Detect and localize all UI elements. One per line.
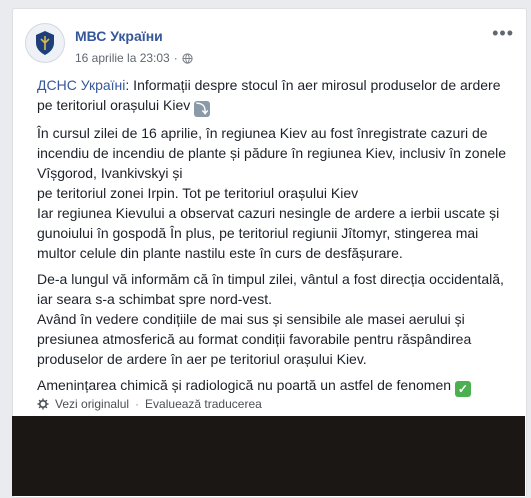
- post-timestamp[interactable]: 16 aprilie la 23:03: [75, 51, 170, 65]
- paragraph-2-text: De-a lungul vă informăm că în timpul zil…: [37, 271, 504, 307]
- globe-icon[interactable]: [182, 52, 193, 64]
- post-link[interactable]: ДСНС Україні: [37, 77, 125, 93]
- translation-bar: Vezi originalul · Evaluează traducerea: [37, 397, 262, 411]
- page-name[interactable]: МВС України: [75, 28, 163, 44]
- page-avatar[interactable]: [25, 23, 65, 63]
- more-options-icon[interactable]: •••: [492, 24, 514, 42]
- post-meta: 16 aprilie la 23:03 ·: [75, 51, 193, 65]
- see-original-link[interactable]: Vezi originalul: [55, 397, 129, 411]
- post-media-image[interactable]: [12, 416, 525, 496]
- rate-translation-link[interactable]: Evaluează traducerea: [145, 397, 262, 411]
- paragraph-3: Amenințarea chimică și radiologică nu po…: [37, 375, 507, 397]
- paragraph-3-text: Amenințarea chimică și radiologică nu po…: [37, 377, 452, 393]
- check-emoji-icon: ✓: [454, 381, 471, 397]
- arrow-emoji-icon: ⤵: [194, 101, 211, 117]
- separator-dot: ·: [135, 397, 140, 411]
- paragraph-1-text: În cursul zilei de 16 aprilie, în regiun…: [37, 125, 507, 181]
- paragraph-2b-text: Având în vedere condițiile de mai sus și…: [37, 311, 472, 367]
- gear-icon[interactable]: [37, 398, 49, 410]
- post-title-line: ДСНС Україні: Informații despre stocul î…: [37, 75, 507, 117]
- paragraph-1c-text: Iar regiunea Kievului a observat cazuri …: [37, 205, 500, 261]
- paragraph-2: De-a lungul vă informăm că în timpul zil…: [37, 269, 507, 369]
- police-emblem-icon: [36, 31, 54, 55]
- meta-dot: ·: [173, 51, 178, 65]
- paragraph-1b-text: pe teritoriul zonei Irpin. Tot pe terito…: [37, 185, 359, 201]
- paragraph-1: În cursul zilei de 16 aprilie, în regiun…: [37, 123, 507, 263]
- post-body: ДСНС Україні: Informații despre stocul î…: [37, 75, 507, 403]
